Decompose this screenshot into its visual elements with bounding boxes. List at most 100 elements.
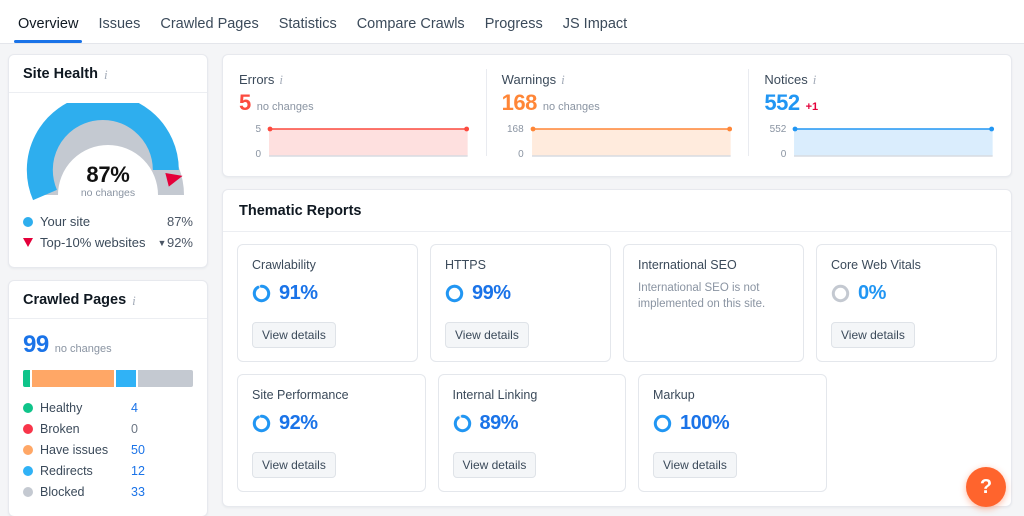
- legend-value[interactable]: 50: [131, 443, 145, 457]
- site-health-legend-row[interactable]: Top-10% websites ▼ 92%: [23, 232, 193, 253]
- crawled-pages-legend-row: Healthy 4: [23, 397, 193, 418]
- thematic-score-row: 91%: [252, 282, 403, 305]
- stacked-bar-segment[interactable]: [31, 370, 115, 387]
- thematic-score-row: 92%: [252, 412, 411, 435]
- view-details-button[interactable]: View details: [831, 322, 915, 348]
- chevron-down-icon[interactable]: ▼: [158, 238, 167, 248]
- thematic-reports-grid: Crawlability 91% View details HTTPS 99% View …: [223, 232, 1011, 506]
- info-icon[interactable]: i: [132, 294, 136, 307]
- crawled-pages-count: 99: [23, 331, 49, 358]
- legend-label: Broken: [40, 421, 80, 436]
- tab-issues[interactable]: Issues: [88, 16, 150, 43]
- thematic-card-https[interactable]: HTTPS 99% View details: [430, 244, 611, 362]
- thematic-score-percent: 89%: [479, 412, 519, 434]
- thematic-card-title: Markup: [653, 388, 695, 402]
- legend-label-group: Blocked: [23, 485, 131, 499]
- site-health-change: no changes: [80, 187, 136, 199]
- crawled-pages-header: Crawled Pages i: [9, 281, 207, 319]
- legend-value[interactable]: 12: [131, 464, 145, 478]
- thematic-score-percent: 99%: [472, 282, 511, 304]
- sparkline-plot: [267, 124, 470, 160]
- view-details-button[interactable]: View details: [252, 452, 336, 478]
- sparkline-plot: [530, 124, 733, 160]
- stat-errors: Errors i 5 no changes 5 0: [223, 59, 486, 166]
- gauge-center-labels: 87% no changes: [19, 162, 197, 199]
- stat-change-note: no changes: [542, 101, 600, 113]
- site-health-card: Site Health i 87% no changes Your site 8…: [8, 54, 208, 268]
- stat-header: Notices i: [764, 72, 995, 87]
- view-details-button[interactable]: View details: [252, 322, 336, 348]
- stacked-bar-segment[interactable]: [138, 370, 193, 387]
- tab-progress[interactable]: Progress: [475, 16, 553, 43]
- view-details-button[interactable]: View details: [452, 452, 537, 478]
- stat-header: Errors i: [239, 72, 470, 87]
- info-icon[interactable]: i: [279, 73, 283, 86]
- axis-min-label: 0: [255, 149, 261, 160]
- legend-label: Top-10% websites: [40, 235, 146, 250]
- legend-label-group: Have issues: [23, 443, 131, 457]
- sparkline-axis: 50: [239, 124, 267, 160]
- legend-label-group: Healthy: [23, 401, 131, 415]
- axis-max-label: 552: [769, 124, 787, 135]
- help-button[interactable]: ?: [966, 467, 1006, 507]
- legend-label: Your site: [40, 214, 91, 229]
- crawled-pages-legend-row: Have issues 50: [23, 439, 193, 460]
- crawled-pages-change: no changes: [54, 343, 112, 355]
- thematic-card-internal-linking[interactable]: Internal Linking 89% View details: [437, 374, 626, 492]
- legend-value[interactable]: 33: [131, 485, 145, 499]
- thematic-card-markup[interactable]: Markup 100% View details: [638, 374, 827, 492]
- stat-value[interactable]: 552: [764, 90, 800, 116]
- stacked-bar-segment[interactable]: [23, 370, 30, 387]
- legend-label-group: Broken: [23, 422, 131, 436]
- stat-label: Errors: [239, 72, 275, 87]
- issues-stats-row: Errors i 5 no changes 5 0 Warnings i 168 no chang…: [223, 55, 1011, 176]
- progress-ring-icon: [453, 414, 471, 433]
- tab-js-impact[interactable]: JS Impact: [553, 16, 637, 43]
- progress-ring-icon: [445, 284, 464, 303]
- page-body: Site Health i 87% no changes Your site 8…: [0, 44, 1024, 516]
- stat-value[interactable]: 168: [502, 90, 538, 116]
- tab-statistics[interactable]: Statistics: [269, 16, 347, 43]
- thematic-score-percent: 0%: [858, 282, 886, 304]
- site-health-legend-row: Your site 87%: [23, 211, 193, 232]
- main-tabbar: Overview Issues Crawled Pages Statistics Com…: [0, 0, 1024, 44]
- crawled-pages-legend-row: Redirects 12: [23, 460, 193, 481]
- crawled-pages-stacked-bar: [23, 370, 193, 387]
- view-details-button[interactable]: View details: [653, 452, 737, 478]
- tab-crawled-pages[interactable]: Crawled Pages: [150, 16, 268, 43]
- stat-value[interactable]: 5: [239, 90, 251, 116]
- stacked-bar-segment[interactable]: [116, 370, 137, 387]
- site-audit-overview-page: Overview Issues Crawled Pages Statistics Com…: [0, 0, 1024, 516]
- stat-label: Notices: [764, 72, 808, 87]
- stat-header: Warnings i: [502, 72, 733, 87]
- info-icon[interactable]: i: [813, 73, 817, 86]
- info-icon[interactable]: i: [561, 73, 565, 86]
- stat-sparkline: 552 0: [764, 124, 995, 160]
- stat-label: Warnings: [501, 72, 557, 87]
- tab-overview[interactable]: Overview: [8, 16, 88, 43]
- thematic-reports-header: Thematic Reports: [223, 190, 1011, 232]
- stat-notices: Notices i 552 +1 552 0: [748, 59, 1011, 166]
- view-details-button[interactable]: View details: [445, 322, 529, 348]
- crawled-pages-legend-row: Broken 0: [23, 418, 193, 439]
- legend-label-group: Redirects: [23, 464, 131, 478]
- progress-ring-icon: [653, 414, 672, 433]
- axis-max-label: 168: [506, 124, 524, 135]
- axis-min-label: 0: [518, 149, 524, 160]
- thematic-card-message: International SEO is not implemented on …: [638, 282, 766, 310]
- crawled-pages-total: 99 no changes: [23, 331, 193, 359]
- thematic-reports-card: Thematic Reports Crawlability 91% View det…: [222, 189, 1012, 507]
- progress-ring-icon: [831, 284, 850, 303]
- thematic-card-core-web-vitals[interactable]: Core Web Vitals 0% View details: [816, 244, 997, 362]
- info-icon[interactable]: i: [104, 68, 108, 81]
- legend-value[interactable]: 4: [131, 401, 138, 415]
- thematic-card-crawlability[interactable]: Crawlability 91% View details: [237, 244, 418, 362]
- thematic-card-international-seo[interactable]: International SEO International SEO is no…: [623, 244, 804, 362]
- thematic-card-title: Site Performance: [252, 388, 349, 402]
- thematic-card-title: Internal Linking: [452, 388, 538, 402]
- legend-label: Have issues: [40, 442, 109, 457]
- tab-compare-crawls[interactable]: Compare Crawls: [347, 16, 475, 43]
- crawled-pages-card: Crawled Pages i 99 no changes Healthy 4 Br…: [8, 280, 208, 516]
- thematic-card-site-performance[interactable]: Site Performance 92% View details: [237, 374, 426, 492]
- legend-label-group: Top-10% websites ▼: [23, 235, 167, 250]
